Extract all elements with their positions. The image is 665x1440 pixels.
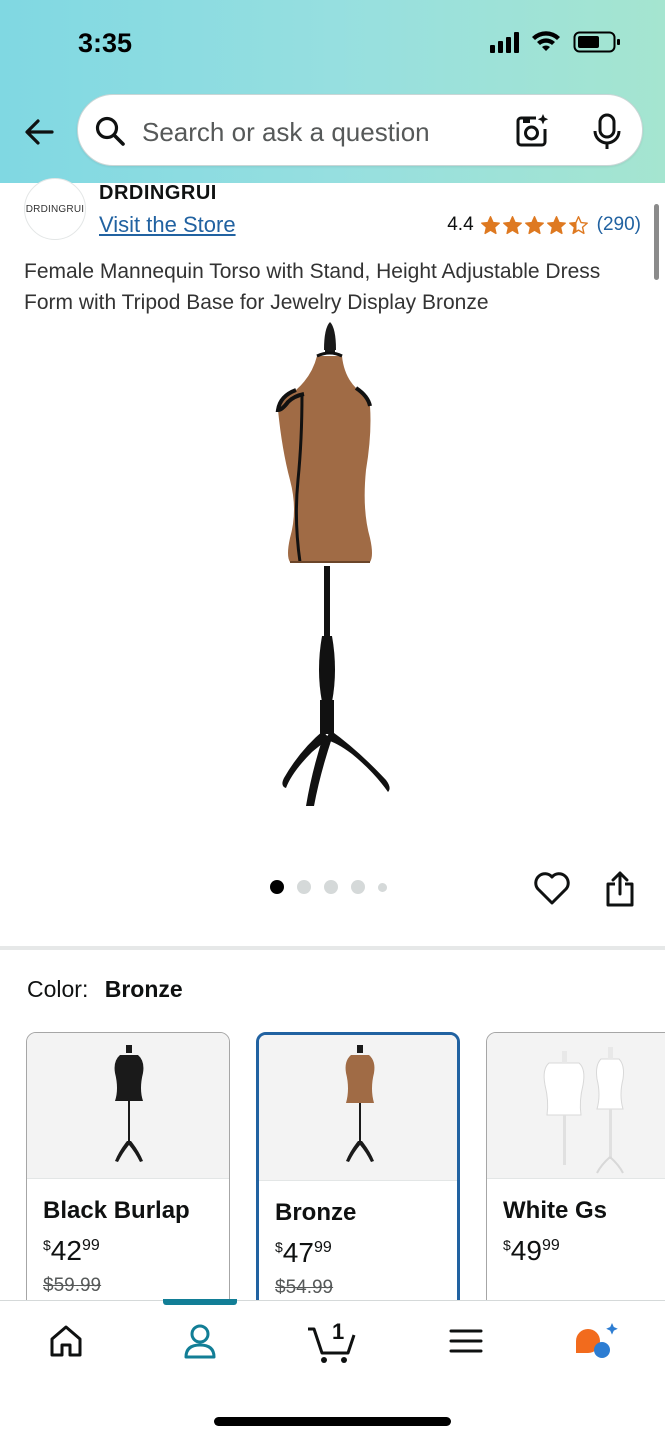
color-option-price: $4999	[503, 1235, 560, 1266]
star-full-icon	[480, 215, 500, 234]
color-option-image	[27, 1033, 229, 1179]
header: 3:35 Search or ask a question	[0, 0, 665, 183]
color-selected-value: Bronze	[104, 976, 183, 1002]
star-full-icon	[546, 215, 566, 234]
color-option-bronze[interactable]: Bronze $4799 $54.99	[256, 1032, 460, 1332]
rating[interactable]: 4.4 (290)	[447, 214, 641, 236]
product-title: Female Mannequin Torso with Stand, Heigh…	[24, 260, 601, 314]
status-time: 3:35	[78, 28, 133, 58]
color-option-name: Black Burlap	[43, 1197, 190, 1224]
star-half-icon	[568, 215, 588, 234]
account-icon[interactable]	[180, 1321, 220, 1361]
color-option-black-burlap[interactable]: Black Burlap $4299 $59.99	[26, 1032, 230, 1332]
rufus-icon[interactable]	[572, 1321, 620, 1361]
signal-icon	[490, 31, 519, 53]
mannequin-thumbnail	[114, 1045, 144, 1162]
pagination-dot[interactable]	[297, 880, 311, 894]
pagination-dot[interactable]	[270, 880, 284, 894]
search-placeholder: Search or ask a question	[142, 117, 430, 147]
wifi-icon	[532, 31, 560, 51]
section-divider	[0, 946, 665, 950]
pagination-dot[interactable]	[351, 880, 365, 894]
mannequin-thumbnail	[543, 1047, 624, 1174]
pagination-dot[interactable]	[324, 880, 338, 894]
color-option-list-price: $59.99	[43, 1275, 102, 1296]
visit-store-link[interactable]: Visit the Store	[99, 212, 236, 238]
image-pagination[interactable]	[270, 880, 387, 894]
color-option-price: $4299	[43, 1235, 100, 1266]
rating-value: 4.4	[447, 214, 474, 235]
search-icon	[95, 116, 125, 146]
color-option-image	[487, 1033, 665, 1179]
wishlist-heart-icon[interactable]	[533, 870, 571, 906]
pagination-dot[interactable]	[378, 882, 387, 892]
color-option-white-gs[interactable]: White Gs $4999	[486, 1032, 665, 1332]
mannequin-thumbnail	[345, 1045, 375, 1162]
brand-logo[interactable]: DRDINGRUI	[24, 178, 86, 240]
review-count[interactable]: (290)	[597, 214, 641, 236]
share-icon[interactable]	[604, 870, 636, 908]
color-option-name: Bronze	[275, 1199, 357, 1226]
active-tab-indicator	[163, 1299, 237, 1305]
brand-name: DRDINGRUI	[99, 182, 217, 204]
bottom-navigation: 1	[0, 1299, 665, 1440]
status-icons	[490, 30, 621, 54]
color-option-image	[259, 1035, 457, 1181]
color-label: Color:	[27, 976, 89, 1002]
scrollbar[interactable]	[654, 204, 659, 280]
search-input[interactable]: Search or ask a question	[77, 94, 643, 166]
menu-icon[interactable]	[446, 1321, 486, 1361]
color-selection-label: Color: Bronze	[27, 976, 183, 1003]
cart-button[interactable]: 1	[306, 1319, 360, 1365]
star-full-icon	[502, 215, 522, 234]
color-option-name: White Gs	[503, 1197, 608, 1224]
product-image[interactable]	[240, 310, 430, 830]
rating-stars	[480, 215, 589, 236]
back-arrow-icon[interactable]	[20, 112, 60, 152]
battery-icon	[573, 31, 620, 53]
color-option-list-price: $54.99	[275, 1277, 334, 1298]
home-icon[interactable]	[46, 1321, 86, 1361]
star-full-icon	[524, 215, 544, 234]
microphone-icon[interactable]	[592, 113, 622, 151]
home-indicator[interactable]	[214, 1417, 451, 1426]
camera-search-icon[interactable]	[514, 113, 550, 149]
color-option-price: $4799	[275, 1237, 332, 1268]
cart-count: 1	[332, 1319, 345, 1344]
